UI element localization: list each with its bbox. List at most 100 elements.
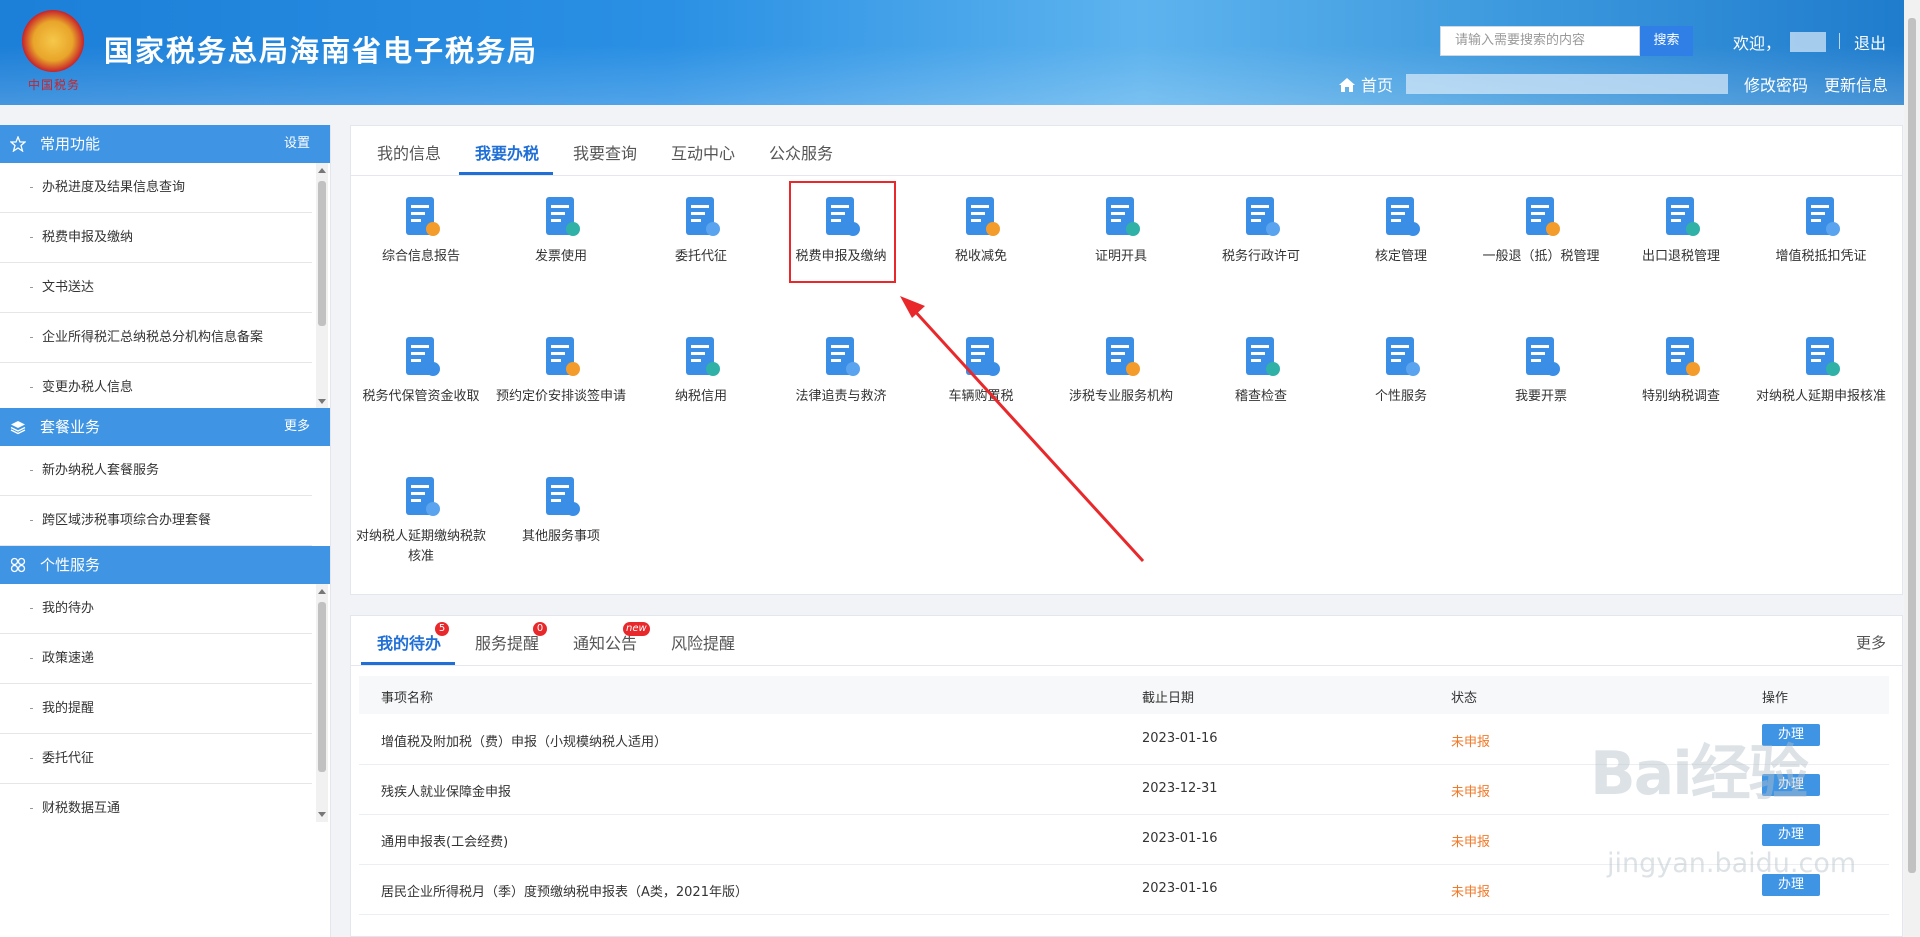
sidebar-head-title: 套餐业务 <box>40 418 101 436</box>
tab-my-info[interactable]: 我的信息 <box>377 140 441 164</box>
service-tile[interactable]: 涉税专业服务机构 <box>1056 331 1186 407</box>
service-tile[interactable]: 税收减免 <box>916 191 1046 267</box>
service-tile[interactable]: 委托代征 <box>636 191 766 267</box>
service-label: 税务代保管资金收取 <box>362 389 480 404</box>
sidebar-item[interactable]: 政策速递 <box>0 634 312 684</box>
service-label: 委托代征 <box>674 249 727 264</box>
notice-new-badge: new <box>623 622 650 636</box>
settings-link[interactable]: 设置 <box>284 125 310 163</box>
scroll-down-icon[interactable] <box>318 812 326 817</box>
watermark-brand: Bai经验 <box>1590 739 1809 809</box>
service-tile[interactable]: 纳税信用 <box>636 331 766 407</box>
service-tile[interactable]: 发票使用 <box>496 191 626 267</box>
service-label: 稽查检查 <box>1234 389 1287 404</box>
sidebar-item[interactable]: 文书送达 <box>0 263 312 313</box>
sidebar-item[interactable]: 办税进度及结果信息查询 <box>0 163 312 213</box>
sidebar-item[interactable]: 我的提醒 <box>0 684 312 734</box>
tab-risk-reminder[interactable]: 风险提醒 <box>671 630 735 654</box>
search-button[interactable]: 搜索 <box>1640 26 1693 56</box>
service-tile[interactable]: 法律追责与救济 <box>776 331 906 407</box>
voucher-icon <box>1806 197 1840 236</box>
package-list: 新办纳税人套餐服务 跨区域涉税事项综合办理套餐 <box>0 446 330 546</box>
service-label: 对纳税人延期缴纳税款核准 <box>356 529 487 564</box>
todo-tabs: 我的待办 5 服务提醒 0 通知公告 new 风险提醒 更多 <box>351 616 1902 666</box>
scrollbar[interactable] <box>316 163 328 408</box>
tab-service-reminder[interactable]: 服务提醒 <box>475 630 539 654</box>
scroll-up-icon[interactable] <box>318 589 326 594</box>
update-info-link[interactable]: 更新信息 <box>1824 72 1888 96</box>
sidebar-item[interactable]: 企业所得税汇总纳税总分机构信息备案 <box>0 313 312 363</box>
sidebar-item[interactable]: 我的待办 <box>0 584 312 634</box>
service-panel: 我的信息 我要办税 我要查询 互动中心 公众服务 综合信息报告 发票使用 委托代征税… <box>350 125 1903 595</box>
tab-my-todo[interactable]: 我的待办 <box>377 630 441 654</box>
service-tile[interactable]: 车辆购置税 <box>916 331 1046 407</box>
scroll-thumb[interactable] <box>1908 18 1916 873</box>
service-tile[interactable]: 核定管理 <box>1336 191 1466 267</box>
service-label: 车辆购置税 <box>948 389 1014 404</box>
service-tile[interactable]: 税务行政许可 <box>1196 191 1326 267</box>
scrollbar[interactable] <box>316 584 328 822</box>
law-icon <box>826 337 860 376</box>
service-label: 一般退（抵）税管理 <box>1482 249 1600 264</box>
scroll-down-icon[interactable] <box>318 399 326 404</box>
tab-interaction[interactable]: 互动中心 <box>671 140 735 164</box>
more-link[interactable]: 更多 <box>1856 632 1886 653</box>
change-password-link[interactable]: 修改密码 <box>1744 72 1808 96</box>
service-label: 法律追责与救济 <box>795 389 887 404</box>
service-tile[interactable]: 增值税抵扣凭证 <box>1756 191 1886 267</box>
header-banner: 中国税务 国家税务总局海南省电子税务局 请输入需要搜索的内容 搜索 欢迎， 退出… <box>0 0 1904 105</box>
card-icon <box>686 197 720 236</box>
welcome-text: 欢迎， <box>1733 34 1782 53</box>
service-tile[interactable]: 对纳税人延期申报核准 <box>1756 331 1886 407</box>
service-tile[interactable]: 证明开具 <box>1056 191 1186 267</box>
service-tile[interactable]: 一般退（抵）税管理 <box>1476 191 1606 267</box>
home-link[interactable]: 首页 <box>1338 72 1393 96</box>
service-label: 对纳税人延期申报核准 <box>1756 389 1887 404</box>
service-tile[interactable]: 个性服务 <box>1336 331 1466 407</box>
tab-query[interactable]: 我要查询 <box>573 140 637 164</box>
more-link[interactable]: 更多 <box>284 408 310 446</box>
sidebar-head-common: 常用功能 设置 <box>0 125 330 163</box>
task-name: 通用申报表(工会经费) <box>381 835 509 850</box>
hand-doc-icon <box>1386 337 1420 376</box>
service-tile[interactable]: 税务代保管资金收取 <box>356 331 486 407</box>
status-text: 未申报 <box>1451 835 1491 850</box>
sidebar-item[interactable]: 变更办税人信息 <box>0 363 312 408</box>
scroll-thumb[interactable] <box>318 181 326 326</box>
handle-button[interactable]: 办理 <box>1762 824 1820 846</box>
column-header: 截止日期 <box>1142 691 1195 706</box>
tax-emblem-logo <box>22 10 84 72</box>
search-input[interactable]: 请输入需要搜索的内容 <box>1440 26 1640 56</box>
service-label: 税务行政许可 <box>1221 249 1300 264</box>
car-tax-icon <box>966 337 1000 376</box>
sidebar-item[interactable]: 跨区域涉税事项综合办理套餐 <box>0 496 312 546</box>
service-tile[interactable]: 稽查检查 <box>1196 331 1326 407</box>
tab-tax-handling[interactable]: 我要办税 <box>475 140 539 164</box>
sidebar-item[interactable]: 新办纳税人套餐服务 <box>0 446 312 496</box>
status-text: 未申报 <box>1451 735 1491 750</box>
service-tile[interactable]: 预约定价安排谈签申请 <box>496 331 626 407</box>
status-text: 未申报 <box>1451 885 1491 900</box>
sidebar-item[interactable]: 委托代征 <box>0 734 312 784</box>
service-tile[interactable]: 特别纳税调查 <box>1616 331 1746 407</box>
reminder-badge: 0 <box>533 622 547 636</box>
service-tile[interactable]: 综合信息报告 <box>356 191 486 267</box>
page-scrollbar[interactable] <box>1904 0 1920 937</box>
tab-public-service[interactable]: 公众服务 <box>769 140 833 164</box>
service-label: 预约定价安排谈签申请 <box>496 389 627 404</box>
service-tile[interactable]: 出口退税管理 <box>1616 191 1746 267</box>
task-name: 居民企业所得税月（季）度预缴纳税申报表（A类，2021年版） <box>381 885 748 900</box>
service-tile[interactable]: 我要开票 <box>1476 331 1606 407</box>
refund-icon <box>1526 197 1560 236</box>
scroll-thumb[interactable] <box>318 602 326 772</box>
sidebar-item[interactable]: 税费申报及缴纳 <box>0 213 312 263</box>
hand-coin-icon <box>406 337 440 376</box>
sidebar-item[interactable]: 财税数据互通 <box>0 784 312 829</box>
reduce-icon <box>966 197 1000 236</box>
logout-link[interactable]: 退出 <box>1854 30 1886 54</box>
star-icon <box>10 136 26 152</box>
service-tile[interactable]: 其他服务事项 <box>496 471 626 547</box>
active-tab-indicator <box>459 172 553 175</box>
service-tile[interactable]: 对纳税人延期缴纳税款核准 <box>356 471 486 567</box>
scroll-up-icon[interactable] <box>318 168 326 173</box>
